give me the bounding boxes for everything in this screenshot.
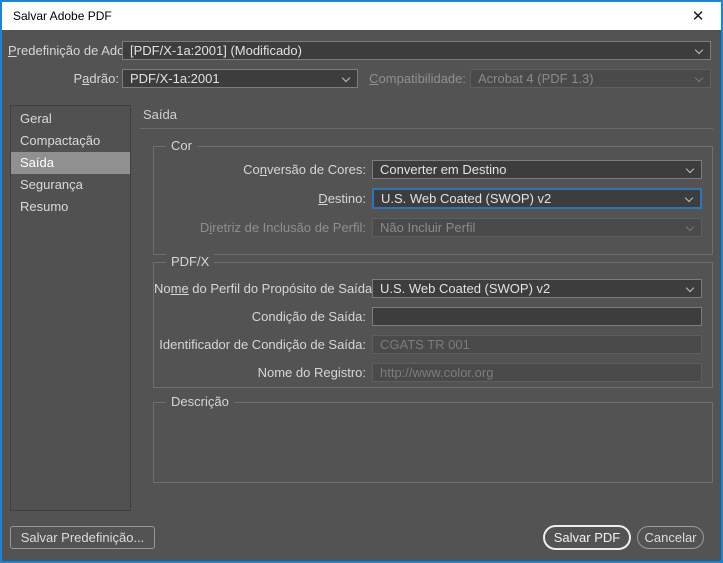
preset-label: Predefinição de Adobe PDF: — [8, 41, 119, 60]
output-intent-value: U.S. Web Coated (SWOP) v2 — [380, 281, 550, 296]
category-list: Geral Compactação Saída Segurança Resumo — [10, 105, 131, 511]
color-conversion-value: Converter em Destino — [380, 162, 506, 177]
cancel-button[interactable]: Cancelar — [637, 526, 704, 549]
chevron-down-icon — [686, 223, 694, 231]
save-adobe-pdf-dialog: Salvar Adobe PDF ✕ Predefinição de Adobe… — [0, 0, 723, 563]
output-condition-input[interactable] — [372, 307, 702, 326]
dialog-body: Predefinição de Adobe PDF: [PDF/X-1a:200… — [2, 30, 721, 561]
output-condition-id-label: Identificador de Condição de Saída: — [158, 335, 366, 354]
output-intent-label: Nome do Perfil do Propósito de Saída: — [154, 279, 366, 298]
sidebar-item-saida[interactable]: Saída — [11, 152, 130, 174]
destination-value: U.S. Web Coated (SWOP) v2 — [381, 191, 551, 206]
description-group: Descrição — [153, 402, 713, 483]
sidebar-item-geral[interactable]: Geral — [11, 108, 130, 130]
output-intent-dropdown[interactable]: U.S. Web Coated (SWOP) v2 — [372, 279, 702, 298]
standard-label: Padrão: — [8, 69, 119, 88]
sidebar-item-resumo[interactable]: Resumo — [11, 196, 130, 218]
chevron-down-icon — [695, 74, 703, 82]
compatibility-label: Compatibilidade: — [360, 69, 466, 88]
output-condition-id-value: CGATS TR 001 — [380, 337, 470, 352]
chevron-down-icon — [342, 74, 350, 82]
destination-label: Destino: — [158, 189, 366, 208]
output-condition-label: Condição de Saída: — [158, 307, 366, 326]
profile-policy-value: Não Incluir Perfil — [380, 220, 475, 235]
preset-dropdown[interactable]: [PDF/X-1a:2001] (Modificado) — [122, 41, 711, 60]
close-icon[interactable]: ✕ — [675, 2, 721, 30]
standard-dropdown[interactable]: PDF/X-1a:2001 — [122, 69, 358, 88]
compatibility-dropdown: Acrobat 4 (PDF 1.3) — [470, 69, 711, 88]
chevron-down-icon — [685, 194, 693, 202]
compatibility-value: Acrobat 4 (PDF 1.3) — [478, 71, 594, 86]
save-pdf-button[interactable]: Salvar PDF — [543, 525, 631, 550]
standard-value: PDF/X-1a:2001 — [130, 71, 220, 86]
dialog-title: Salvar Adobe PDF — [13, 9, 112, 23]
preset-value: [PDF/X-1a:2001] (Modificado) — [130, 43, 302, 58]
color-conversion-label: Conversão de Cores: — [158, 160, 366, 179]
panel-separator — [140, 128, 713, 129]
save-preset-button[interactable]: Salvar Predefinição... — [10, 526, 155, 549]
description-group-legend: Descrição — [166, 394, 234, 409]
panel-title: Saída — [143, 107, 177, 122]
color-group-legend: Cor — [166, 138, 197, 153]
pdfx-group-legend: PDF/X — [166, 254, 214, 269]
sidebar-item-compactacao[interactable]: Compactação — [11, 130, 130, 152]
chevron-down-icon — [695, 46, 703, 54]
registry-name-input: http://www.color.org — [372, 363, 702, 382]
profile-policy-label: Diretriz de Inclusão de Perfil: — [158, 218, 366, 237]
color-conversion-dropdown[interactable]: Converter em Destino — [372, 160, 702, 179]
description-text — [158, 411, 708, 478]
output-condition-id-input: CGATS TR 001 — [372, 335, 702, 354]
sidebar-item-seguranca[interactable]: Segurança — [11, 174, 130, 196]
profile-policy-dropdown: Não Incluir Perfil — [372, 218, 702, 237]
chevron-down-icon — [686, 165, 694, 173]
destination-dropdown[interactable]: U.S. Web Coated (SWOP) v2 — [372, 188, 702, 209]
registry-name-label: Nome do Registro: — [158, 363, 366, 382]
registry-name-value: http://www.color.org — [380, 365, 493, 380]
chevron-down-icon — [686, 284, 694, 292]
titlebar: Salvar Adobe PDF ✕ — [2, 2, 721, 30]
